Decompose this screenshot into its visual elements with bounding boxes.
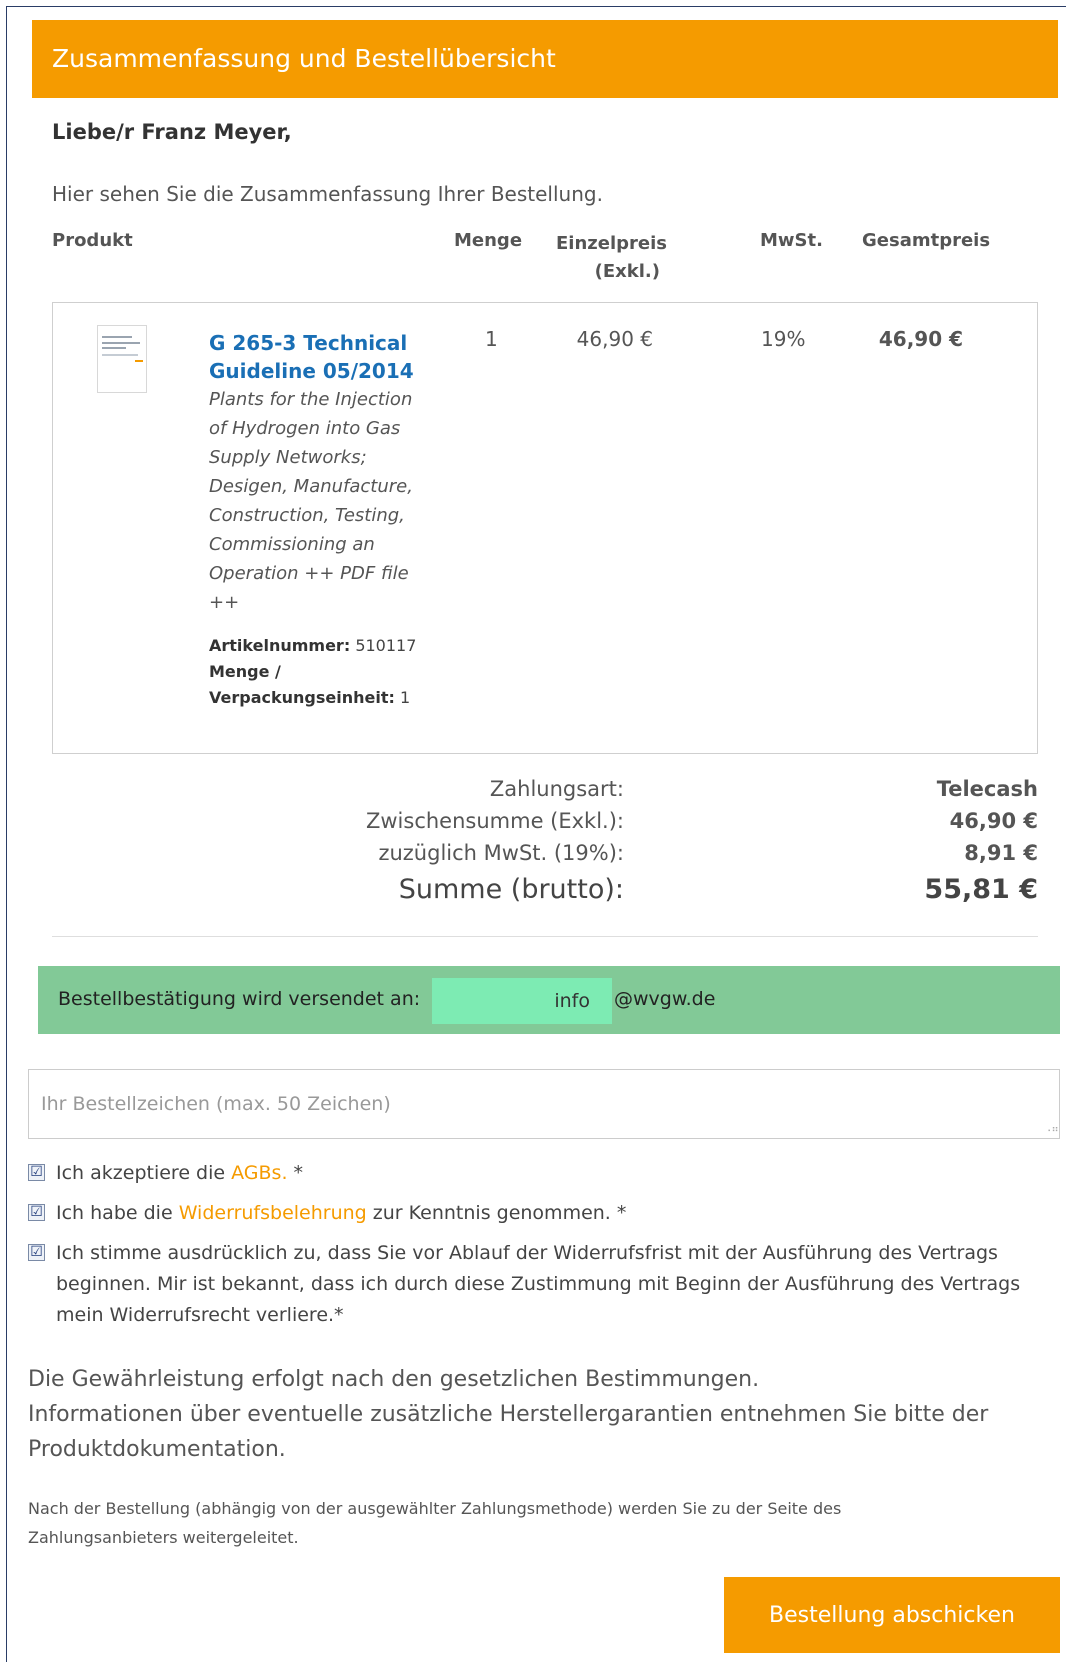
greeting: Liebe/r Franz Meyer,: [52, 120, 292, 144]
column-header-product: Produkt: [52, 230, 133, 251]
withdrawal-checkbox[interactable]: ☑: [28, 1204, 45, 1221]
consent-text-line: mein Widerrufsrecht verliere.*: [56, 1304, 344, 1326]
product-meta: Artikelnummer: 510117 Menge / Verpackung…: [209, 633, 449, 711]
product-thumbnail[interactable]: [97, 325, 147, 393]
description-line: of Hydrogen into Gas: [209, 418, 401, 439]
product-title-line: G 265-3 Technical: [209, 331, 408, 355]
description-line: Desigen, Manufacture,: [209, 476, 413, 497]
order-reference-input[interactable]: [28, 1069, 1060, 1139]
description-line: Supply Networks;: [209, 447, 367, 468]
divider: [52, 936, 1038, 937]
unit-info: Verpackungseinheit: 1: [209, 685, 449, 711]
withdrawal-checkbox-row: ☑ Ich habe die Widerrufsbelehrung zur Ke…: [28, 1198, 1058, 1229]
payment-method-value: Telecash: [936, 777, 1038, 801]
column-header-quantity: Menge: [454, 230, 523, 251]
agb-link[interactable]: AGBs.: [231, 1162, 287, 1184]
product-title-link[interactable]: G 265-3 Technical Guideline 05/2014: [209, 329, 439, 385]
column-header-unit-price: Einzelpreis (Exkl.): [556, 230, 667, 286]
vat-value: 8,91 €: [964, 841, 1038, 865]
product-row: G 265-3 Technical Guideline 05/2014 Plan…: [52, 302, 1038, 754]
email-local-part: info: [432, 978, 612, 1024]
unit-price-header-label: Einzelpreis: [556, 233, 667, 254]
warranty-line: Informationen über eventuelle zusätzlich…: [28, 1402, 989, 1427]
consent-checkbox-label: Ich stimme ausdrücklich zu, dass Sie vor…: [56, 1238, 1064, 1331]
resize-grip-icon[interactable]: ⠠⠶: [1044, 1124, 1059, 1135]
agb-text: Ich akzeptiere die: [56, 1162, 226, 1184]
unit-value: 1: [399, 688, 411, 707]
vat-label: zuzüglich MwSt. (19%):: [378, 841, 624, 865]
item-unit-price: 46,90 €: [576, 327, 653, 351]
article-number-label: Artikelnummer:: [209, 636, 351, 655]
product-title-line: Guideline 05/2014: [209, 359, 414, 383]
consent-checkbox-row: ☑ Ich stimme ausdrücklich zu, dass Sie v…: [28, 1238, 1064, 1334]
redirect-note-line: Nach der Bestellung (abhängig von der au…: [28, 1499, 842, 1518]
intro-text: Hier sehen Sie die Zusammenfassung Ihrer…: [52, 182, 603, 206]
product-description: Plants for the Injection of Hydrogen int…: [209, 385, 439, 617]
article-number-value: 510117: [355, 636, 417, 655]
column-header-vat: MwSt.: [760, 230, 823, 251]
unit-label: Verpackungseinheit:: [209, 688, 395, 707]
unit-label-line1: Menge /: [209, 659, 449, 685]
redirect-note-line: Zahlungsanbieters weitergeleitet.: [28, 1528, 299, 1547]
description-line: Construction, Testing,: [209, 505, 405, 526]
agb-checkbox-label: Ich akzeptiere die AGBs. *: [56, 1158, 303, 1189]
unit-price-header-sub: (Exkl.): [594, 261, 660, 282]
consent-text-line: beginnen. Mir ist bekannt, dass ich durc…: [56, 1273, 1021, 1295]
warranty-line: Die Gewährleistung erfolgt nach den gese…: [28, 1367, 760, 1392]
item-vat: 19%: [761, 327, 806, 351]
redirect-note: Nach der Bestellung (abhängig von der au…: [28, 1494, 1038, 1552]
description-line: ++: [209, 592, 240, 613]
consent-checkbox[interactable]: ☑: [28, 1244, 45, 1261]
description-line: Commissioning an: [209, 534, 375, 555]
subtotal-value: 46,90 €: [949, 809, 1038, 833]
withdrawal-link[interactable]: Widerrufsbelehrung: [179, 1202, 367, 1224]
email-domain: @wvgw.de: [614, 988, 716, 1010]
payment-method-label: Zahlungsart:: [489, 777, 624, 801]
withdrawal-checkbox-label: Ich habe die Widerrufsbelehrung zur Kenn…: [56, 1198, 626, 1229]
consent-text-line: Ich stimme ausdrücklich zu, dass Sie vor…: [56, 1242, 998, 1264]
unit-label: Menge /: [209, 662, 281, 681]
column-header-total: Gesamtpreis: [862, 230, 991, 251]
withdrawal-text-post: zur Kenntnis genommen. *: [372, 1202, 627, 1224]
description-line: Operation ++ PDF file: [209, 563, 409, 584]
description-line: Plants for the Injection: [209, 389, 413, 410]
article-number: Artikelnummer: 510117: [209, 633, 449, 659]
agb-checkbox-row: ☑ Ich akzeptiere die AGBs. *: [28, 1158, 1058, 1189]
confirmation-label: Bestellbestätigung wird versendet an:: [58, 988, 421, 1010]
total-value: 55,81 €: [924, 874, 1038, 905]
warranty-info: Die Gewährleistung erfolgt nach den gese…: [28, 1362, 1038, 1467]
warranty-line: Produktdokumentation.: [28, 1437, 286, 1462]
required-marker: *: [293, 1162, 304, 1184]
confirmation-bar: Bestellbestätigung wird versendet an: in…: [38, 966, 1060, 1034]
item-quantity: 1: [485, 327, 498, 351]
total-label: Summe (brutto):: [398, 874, 624, 905]
page-title: Zusammenfassung und Bestellübersicht: [32, 20, 1058, 98]
item-total: 46,90 €: [878, 327, 963, 351]
submit-order-button[interactable]: Bestellung abschicken: [724, 1577, 1060, 1653]
withdrawal-text: Ich habe die: [56, 1202, 173, 1224]
agb-checkbox[interactable]: ☑: [28, 1164, 45, 1181]
subtotal-label: Zwischensumme (Exkl.):: [365, 809, 624, 833]
